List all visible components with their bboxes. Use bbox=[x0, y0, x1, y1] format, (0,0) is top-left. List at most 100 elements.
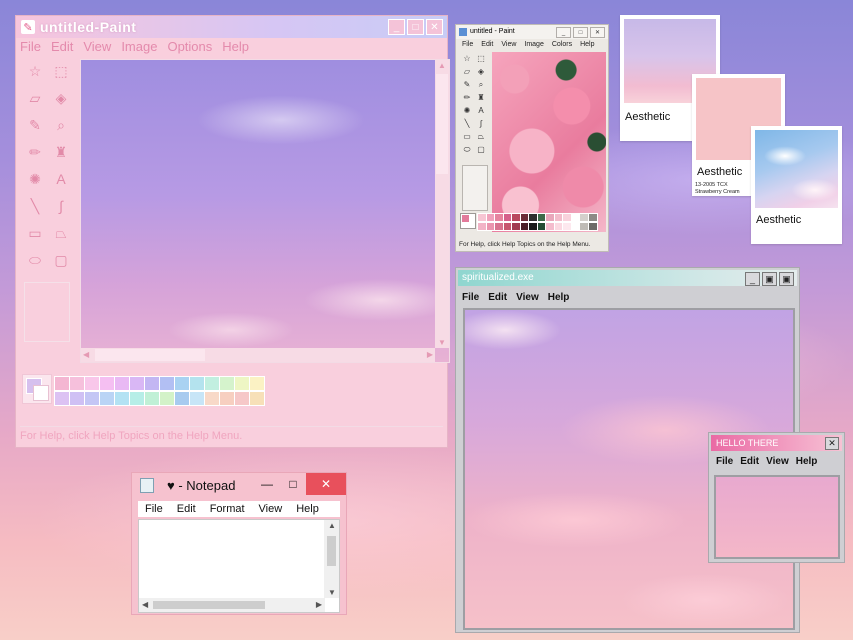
color-picker-icon[interactable]: ✎ bbox=[460, 78, 474, 91]
scroll-right-arrow[interactable]: ▶ bbox=[316, 600, 322, 609]
close-button[interactable]: ✕ bbox=[825, 437, 839, 450]
hydrangea-image-canvas[interactable] bbox=[492, 52, 606, 232]
palette-swatch[interactable] bbox=[159, 376, 175, 391]
menu-view[interactable]: View bbox=[501, 41, 516, 48]
menu-image[interactable]: Image bbox=[121, 39, 157, 54]
close-button[interactable]: ✕ bbox=[426, 19, 443, 35]
menu-image[interactable]: Image bbox=[524, 41, 543, 48]
vertical-scroll-thumb[interactable] bbox=[327, 536, 336, 566]
current-colors[interactable] bbox=[22, 374, 52, 404]
foreground-color[interactable] bbox=[462, 215, 469, 222]
brush-icon[interactable]: ♜ bbox=[474, 91, 488, 104]
small-paint-title-bar[interactable]: untitled - Paint _ □ ✕ bbox=[456, 25, 608, 39]
vertical-scroll-thumb[interactable] bbox=[436, 74, 448, 174]
current-colors[interactable] bbox=[460, 213, 476, 229]
menu-help[interactable]: Help bbox=[796, 456, 818, 467]
paint-title-bar[interactable]: ✎ untitled-Paint _ □ ✕ bbox=[16, 16, 447, 38]
menu-file[interactable]: File bbox=[716, 456, 733, 467]
curve-icon[interactable]: ∫ bbox=[474, 117, 488, 130]
menu-edit[interactable]: Edit bbox=[488, 292, 507, 303]
palette-swatch[interactable] bbox=[587, 213, 598, 222]
rect-select-icon[interactable]: ⬚ bbox=[474, 52, 488, 65]
palette-swatch[interactable] bbox=[219, 376, 235, 391]
palette-swatch[interactable] bbox=[69, 376, 85, 391]
menu-format[interactable]: Format bbox=[210, 503, 245, 515]
horizontal-scroll-thumb[interactable] bbox=[95, 349, 205, 361]
horizontal-scrollbar[interactable]: ◀ ▶ bbox=[81, 348, 435, 362]
scroll-left-arrow[interactable]: ◀ bbox=[83, 350, 89, 359]
free-select-icon[interactable]: ☆ bbox=[460, 52, 474, 65]
rounded-rect-icon[interactable]: ▢ bbox=[474, 143, 488, 156]
minimize-button[interactable]: — bbox=[254, 473, 280, 495]
palette-swatch[interactable] bbox=[144, 391, 160, 406]
vertical-scrollbar[interactable]: ▲ ▼ bbox=[435, 60, 449, 348]
fill-icon[interactable]: ◈ bbox=[49, 86, 73, 110]
pencil-icon[interactable]: ✏ bbox=[460, 91, 474, 104]
scroll-right-arrow[interactable]: ▶ bbox=[427, 350, 433, 359]
close-button[interactable]: ✕ bbox=[306, 473, 346, 495]
maximize-button[interactable]: □ bbox=[407, 19, 424, 35]
polygon-icon[interactable]: ⏢ bbox=[49, 221, 73, 245]
notepad-text-area[interactable]: ▲ ▼ ◀ ▶ bbox=[138, 519, 340, 613]
scroll-left-arrow[interactable]: ◀ bbox=[142, 600, 148, 609]
palette-swatch[interactable] bbox=[174, 391, 190, 406]
palette-swatch[interactable] bbox=[54, 391, 70, 406]
palette-swatch[interactable] bbox=[144, 376, 160, 391]
menu-view[interactable]: View bbox=[766, 456, 789, 467]
palette-swatch[interactable] bbox=[234, 391, 250, 406]
paint-canvas[interactable]: ▲ ▼ ◀ ▶ bbox=[80, 59, 450, 363]
magnifier-icon[interactable]: ⌕ bbox=[474, 78, 488, 91]
palette-swatch[interactable] bbox=[174, 376, 190, 391]
color-picker-icon[interactable]: ✎ bbox=[23, 113, 47, 137]
line-icon[interactable]: ╲ bbox=[23, 194, 47, 218]
text-icon[interactable]: A bbox=[49, 167, 73, 191]
pencil-icon[interactable]: ✏ bbox=[23, 140, 47, 164]
minimize-button[interactable]: _ bbox=[745, 272, 760, 286]
polygon-icon[interactable]: ⏢ bbox=[474, 130, 488, 143]
menu-file[interactable]: File bbox=[462, 292, 479, 303]
eraser-icon[interactable]: ▱ bbox=[460, 65, 474, 78]
palette-swatch[interactable] bbox=[99, 391, 115, 406]
palette-swatch[interactable] bbox=[84, 376, 100, 391]
menu-view[interactable]: View bbox=[83, 39, 111, 54]
airbrush-icon[interactable]: ✺ bbox=[460, 104, 474, 117]
menu-colors[interactable]: Colors bbox=[552, 41, 572, 48]
palette-swatch[interactable] bbox=[587, 222, 598, 231]
curve-icon[interactable]: ∫ bbox=[49, 194, 73, 218]
vertical-scrollbar[interactable]: ▲ ▼ bbox=[324, 520, 339, 598]
hello-title-bar[interactable]: HELLO THERE ✕ bbox=[711, 435, 842, 451]
maximize-button[interactable]: ▣ bbox=[762, 272, 777, 286]
palette-swatch[interactable] bbox=[54, 376, 70, 391]
rectangle-icon[interactable]: ▭ bbox=[23, 221, 47, 245]
airbrush-icon[interactable]: ✺ bbox=[23, 167, 47, 191]
horizontal-scroll-thumb[interactable] bbox=[153, 601, 265, 609]
notepad-title-bar[interactable]: ♥ - Notepad — □ ✕ bbox=[132, 473, 346, 497]
palette-swatch[interactable] bbox=[219, 391, 235, 406]
menu-edit[interactable]: Edit bbox=[177, 503, 196, 515]
palette-swatch[interactable] bbox=[99, 376, 115, 391]
minimize-button[interactable]: _ bbox=[556, 27, 571, 38]
maximize-button[interactable]: □ bbox=[280, 473, 306, 495]
scroll-down-arrow[interactable]: ▼ bbox=[438, 338, 446, 347]
palette-swatch[interactable] bbox=[114, 376, 130, 391]
menu-help[interactable]: Help bbox=[222, 39, 249, 54]
menu-file[interactable]: File bbox=[20, 39, 41, 54]
background-color[interactable] bbox=[33, 385, 49, 401]
palette-swatch[interactable] bbox=[129, 376, 145, 391]
brush-icon[interactable]: ♜ bbox=[49, 140, 73, 164]
fill-icon[interactable]: ◈ bbox=[474, 65, 488, 78]
palette-swatch[interactable] bbox=[159, 391, 175, 406]
palette-swatch[interactable] bbox=[189, 376, 205, 391]
menu-options[interactable]: Options bbox=[167, 39, 212, 54]
palette-swatch[interactable] bbox=[84, 391, 100, 406]
line-icon[interactable]: ╲ bbox=[460, 117, 474, 130]
menu-edit[interactable]: Edit bbox=[481, 41, 493, 48]
spiritualized-title-bar[interactable]: spiritualized.exe _ ▣ ▣ bbox=[458, 270, 797, 286]
rounded-rect-icon[interactable]: ▢ bbox=[49, 248, 73, 272]
menu-help[interactable]: Help bbox=[296, 503, 319, 515]
menu-edit[interactable]: Edit bbox=[51, 39, 73, 54]
palette-swatch[interactable] bbox=[189, 391, 205, 406]
magnifier-icon[interactable]: ⌕ bbox=[49, 113, 73, 137]
ellipse-icon[interactable]: ⬭ bbox=[460, 143, 474, 156]
palette-swatch[interactable] bbox=[129, 391, 145, 406]
